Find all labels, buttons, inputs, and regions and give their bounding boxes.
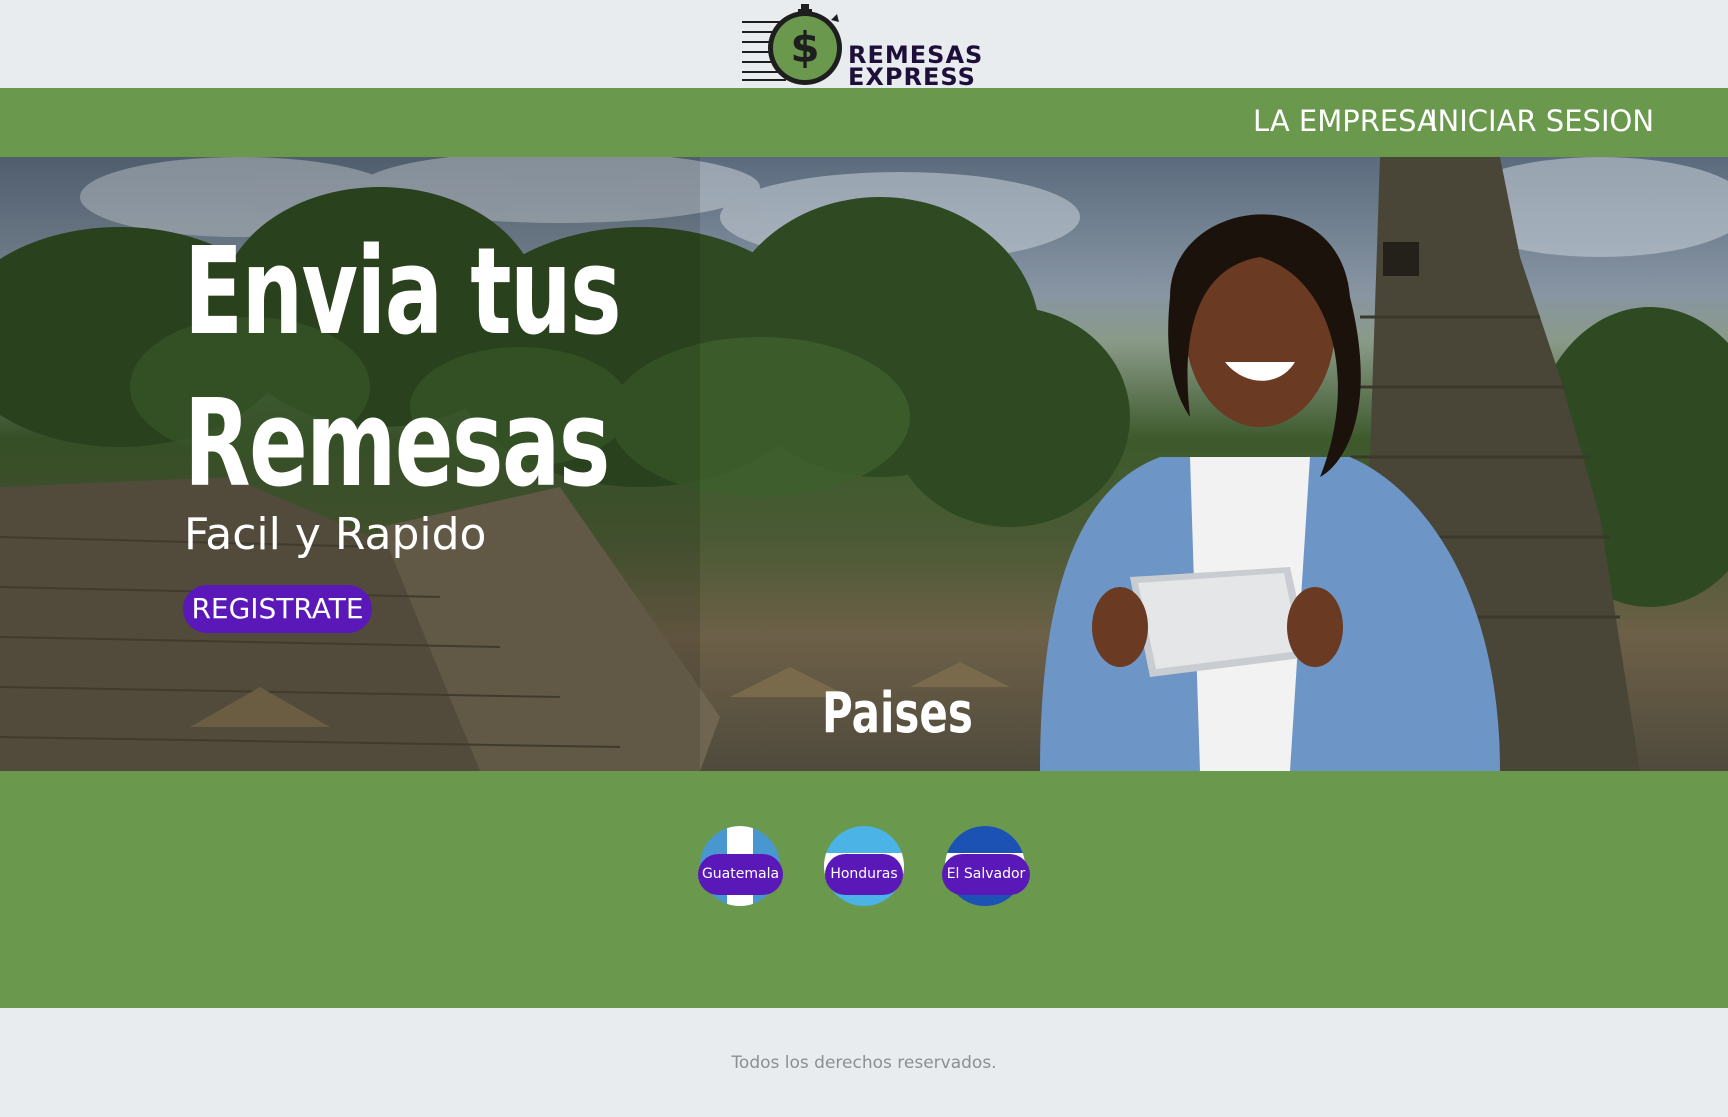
countries-title: Paises — [822, 681, 973, 746]
svg-text:$: $ — [790, 23, 819, 72]
footer: Todos los derechos reservados. — [0, 1008, 1728, 1117]
hero-title-line1: Envia tus — [184, 223, 622, 362]
country-el-salvador-button[interactable]: El Salvador — [942, 854, 1030, 895]
nav-la-empresa[interactable]: LA EMPRESA — [1253, 104, 1437, 138]
brand-logo[interactable]: $ REMESAS EXPRESS — [740, 2, 990, 91]
hero-subtitle: Facil y Rapido — [184, 509, 487, 560]
brand-name: REMESAS EXPRESS — [848, 43, 983, 91]
footer-copyright: Todos los derechos reservados. — [731, 1053, 997, 1073]
country-guatemala-button[interactable]: Guatemala — [698, 854, 783, 895]
nav-bar: LA EMPRESA INICIAR SESION — [0, 88, 1728, 157]
hero-title-line2: Remesas — [184, 375, 610, 514]
hero-banner: Envia tus Remesas Facil y Rapido REGISTR… — [0, 157, 1728, 771]
countries-section: Guatemala ★★★ ★★ Honduras El Salvador — [0, 771, 1728, 1008]
top-bar: $ REMESAS EXPRESS — [0, 0, 1728, 91]
nav-iniciar-sesion[interactable]: INICIAR SESION — [1429, 104, 1654, 138]
stopwatch-dollar-icon: $ — [742, 4, 842, 85]
register-button[interactable]: REGISTRATE — [183, 585, 372, 633]
brand-name-line2: EXPRESS — [848, 63, 976, 91]
country-honduras-button[interactable]: Honduras — [825, 854, 903, 895]
hero-title: Envia tus Remesas — [184, 217, 622, 521]
